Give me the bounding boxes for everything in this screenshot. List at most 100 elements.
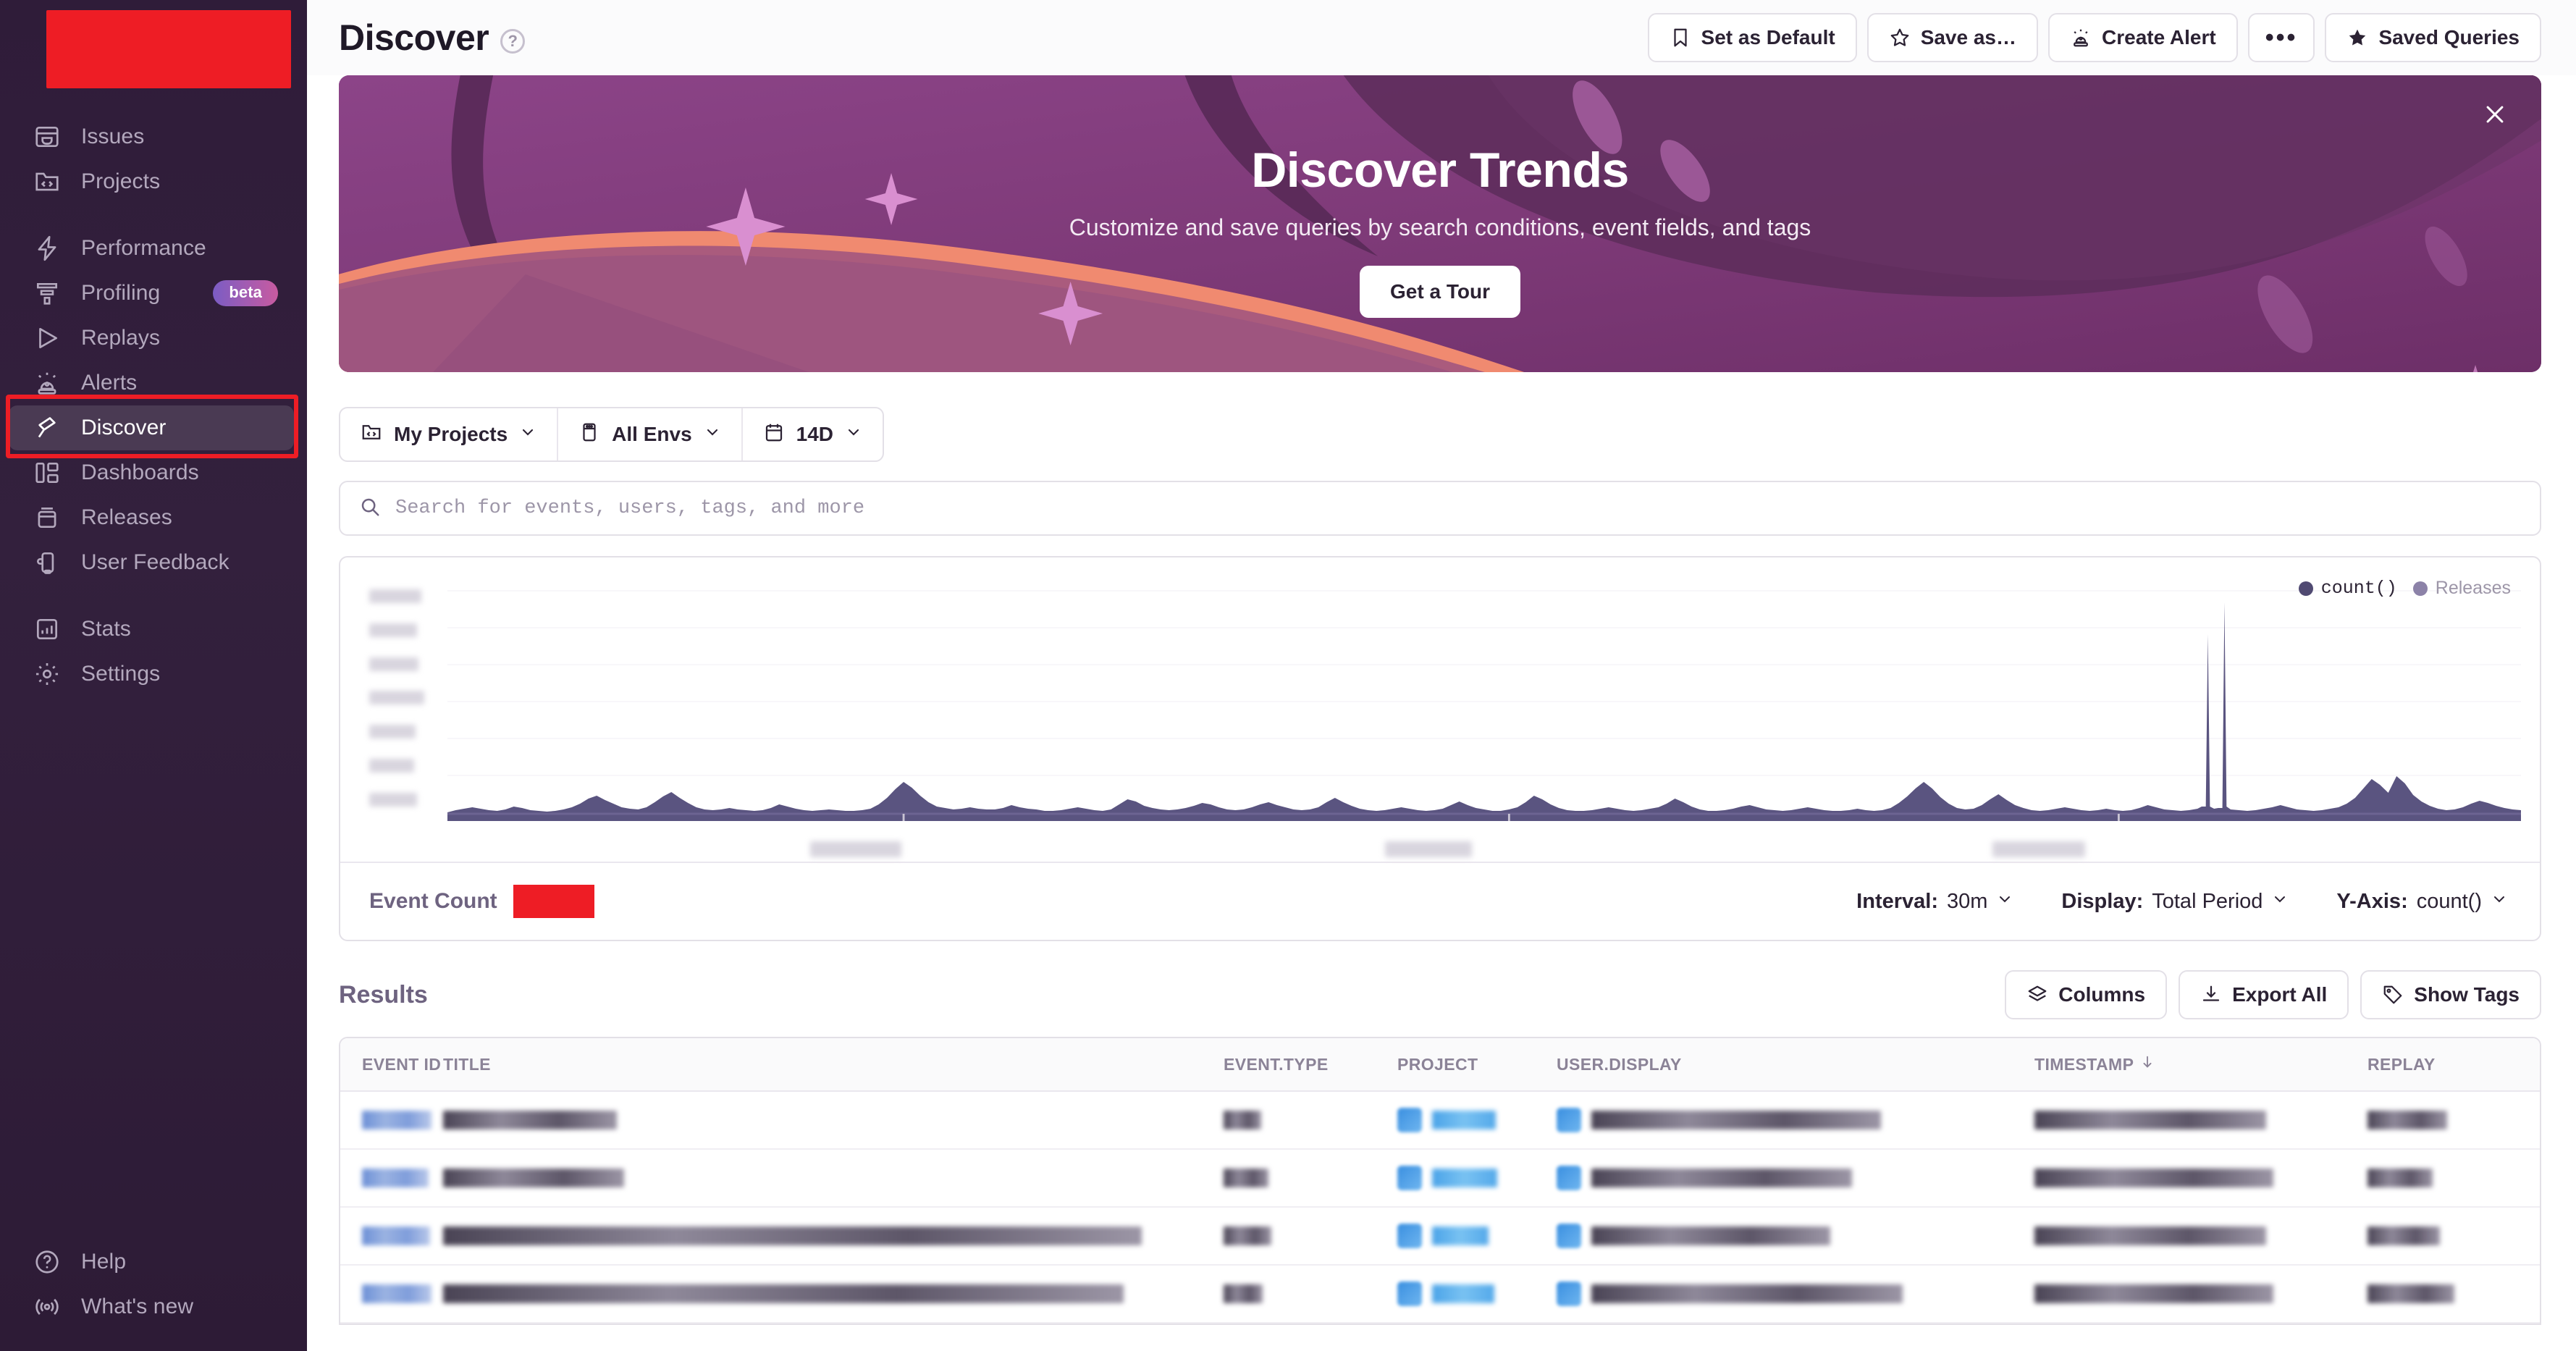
column-header-event-id[interactable]: EVENT ID [362,1055,443,1074]
sidebar-item-label: Discover [81,416,167,440]
sidebar-item-settings[interactable]: Settings [9,652,294,696]
column-header-timestamp[interactable]: TIMESTAMP [2034,1054,2367,1074]
export-all-button[interactable]: Export All [2179,970,2349,1019]
search-input[interactable] [395,497,2521,519]
column-header-project[interactable]: PROJECT [1397,1055,1557,1074]
y-axis-value: count() [2417,890,2482,914]
cell-replay [2367,1092,2512,1148]
save-as-button[interactable]: Save as… [1867,13,2038,62]
sidebar-item-releases[interactable]: Releases [9,495,294,540]
cell-timestamp [2034,1150,2367,1206]
sidebar-group-secondary: Performance Profiling beta Replays [0,226,307,585]
headset-icon [30,546,64,579]
results-header: Results Columns Expo [307,941,2576,1019]
close-banner-button[interactable] [2475,96,2515,136]
releases-icon [30,501,64,534]
play-icon [30,321,64,355]
chevron-down-icon [2491,890,2508,914]
legend-label: Releases [2436,578,2511,599]
cell-user-display [1557,1266,2034,1322]
cell-project [1397,1092,1557,1148]
legend-color-swatch [2413,581,2428,596]
search-icon [359,496,381,521]
main-content: Discover ? Set as Default Save as… [307,0,2576,1351]
chart-section: count() Releases [307,536,2576,941]
create-alert-button[interactable]: Create Alert [2048,13,2238,62]
project-filter[interactable]: My Projects [340,408,557,460]
sidebar-item-label: Releases [81,505,172,530]
x-axis-tick-labels-redacted [447,841,2521,867]
sidebar-item-alerts[interactable]: Alerts [9,361,294,405]
legend-item-count[interactable]: count() [2299,578,2397,599]
legend-item-releases[interactable]: Releases [2413,578,2511,599]
table-row[interactable] [340,1208,2540,1266]
calendar-icon [763,421,785,448]
sidebar-item-performance[interactable]: Performance [9,226,294,271]
columns-button[interactable]: Columns [2005,970,2167,1019]
project-avatar [1397,1108,1422,1132]
table-row[interactable] [340,1266,2540,1323]
get-a-tour-button[interactable]: Get a Tour [1360,266,1520,318]
chart-footer: Event Count Interval: 30m Display: [340,862,2540,940]
column-header-user-display[interactable]: USER.DISPLAY [1557,1055,2034,1074]
environment-filter[interactable]: All Envs [557,408,741,460]
button-label: Show Tags [2414,983,2520,1006]
search-bar[interactable] [339,481,2541,536]
cell-project [1397,1150,1557,1206]
cell-user-display [1557,1208,2034,1264]
sidebar-item-dashboards[interactable]: Dashboards [9,450,294,495]
cell-title [443,1208,1224,1264]
saved-queries-button[interactable]: Saved Queries [2325,13,2541,62]
sidebar-item-discover[interactable]: Discover [9,405,294,450]
question-circle-icon[interactable]: ? [500,29,525,54]
sidebar-item-profiling[interactable]: Profiling beta [9,271,294,316]
sidebar-item-help[interactable]: Help [9,1240,294,1284]
sidebar-item-user-feedback[interactable]: User Feedback [9,540,294,585]
org-logo-redacted[interactable] [46,10,291,88]
table-row[interactable] [340,1092,2540,1150]
sidebar-item-replays[interactable]: Replays [9,316,294,361]
banner-subtitle: Customize and save queries by search con… [1069,214,1811,241]
sidebar-item-stats[interactable]: Stats [9,607,294,652]
sidebar-item-label: Dashboards [81,460,199,485]
interval-selector[interactable]: Interval: 30m [1856,890,2013,914]
broadcast-icon [30,1290,64,1323]
chevron-down-icon [704,423,721,446]
dashboard-icon [30,456,64,489]
column-header-event-type[interactable]: EVENT.TYPE [1224,1055,1397,1074]
show-tags-button[interactable]: Show Tags [2360,970,2541,1019]
sidebar-item-label: Performance [81,236,206,261]
y-axis-selector[interactable]: Y-Axis: count() [2336,890,2508,914]
display-selector[interactable]: Display: Total Period [2061,890,2289,914]
chevron-down-icon [2271,890,2289,914]
table-row[interactable] [340,1150,2540,1208]
sidebar-item-label: Profiling [81,281,160,306]
column-header-title[interactable]: TITLE [443,1055,1224,1074]
column-header-replay[interactable]: REPLAY [2367,1055,2512,1074]
project-avatar [1397,1224,1422,1248]
sidebar-item-issues[interactable]: Issues [9,114,294,159]
interval-label: Interval: [1856,890,1938,914]
star-outline-icon [1889,27,1911,49]
gear-icon [30,657,64,691]
sidebar-item-label: Help [81,1250,126,1274]
close-icon [2483,102,2507,130]
date-range-filter[interactable]: 14D [741,408,883,460]
filter-section: My Projects All Envs [307,372,2576,536]
sidebar-item-label: Issues [81,125,144,149]
sidebar-item-label: Stats [81,617,131,641]
button-label: Export All [2232,983,2327,1006]
more-options-button[interactable]: ••• [2248,13,2315,62]
grid-lines [447,591,2521,812]
results-table-container: EVENT ID TITLE EVENT.TYPE PROJECT USER.D… [307,1019,2576,1325]
cell-event-type [1224,1266,1397,1322]
cell-user-display [1557,1150,2034,1206]
set-as-default-button[interactable]: Set as Default [1648,13,1857,62]
cell-timestamp [2034,1266,2367,1322]
chevron-down-icon [519,423,536,446]
sidebar-item-whats-new[interactable]: What's new [9,1284,294,1329]
chevron-down-icon [1996,890,2013,914]
sidebar-item-projects[interactable]: Projects [9,159,294,204]
star-filled-icon [2346,27,2368,49]
header-actions: Set as Default Save as… Create [1648,13,2541,62]
